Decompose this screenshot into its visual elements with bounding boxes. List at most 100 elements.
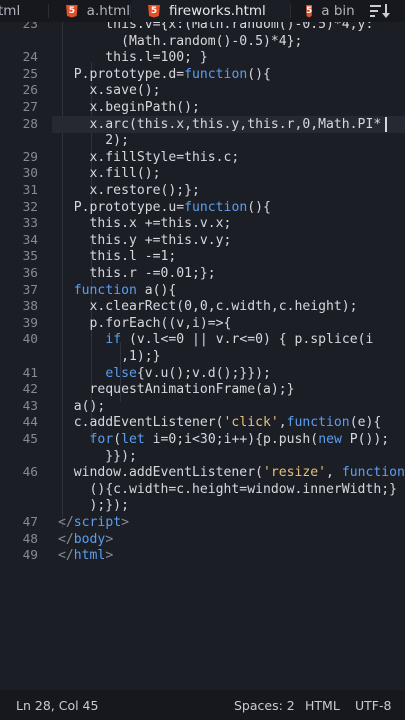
code-token: c.addEventListener( (58, 415, 224, 431)
tab-label: fireworks.html (169, 3, 266, 19)
code-line[interactable]: P.prototype.d=function(){ (58, 67, 271, 84)
code-editor[interactable]: 23 this.v={x:(Math.random()-0.5)*4,y: (M… (0, 22, 405, 690)
sort-list-icon (370, 4, 390, 18)
code-token: this.v={x:(Math.random()-0.5)*4,y: (58, 22, 374, 32)
tab-a-html[interactable]: 5 a.html (50, 0, 130, 22)
code-line[interactable]: x.clearRect(0,0,c.width,c.height); (58, 299, 358, 316)
code-line[interactable]: (){c.width=c.height=window.innerWidth;} (58, 482, 397, 499)
code-line[interactable]: 2); (58, 133, 129, 150)
code-line[interactable]: x.fill(); (58, 166, 161, 183)
code-line[interactable]: this.x +=this.v.x; (58, 216, 232, 233)
code-line[interactable]: x.restore();}; (58, 183, 200, 200)
line-number: 46 (22, 465, 38, 481)
code-line[interactable]: this.l -=1; (58, 249, 177, 266)
code-line[interactable]: function a(){ (58, 282, 177, 300)
code-token: this.x +=this.v.x; (58, 216, 232, 232)
code-line[interactable]: for(let i=0;i<30;i++){p.push(new P()); (58, 432, 390, 449)
code-token: (Math.random()-0.5)*4}; (58, 33, 303, 49)
code-line[interactable]: this.y +=this.v.y; (58, 232, 232, 250)
code-line[interactable]: (Math.random()-0.5)*4}; (58, 34, 302, 51)
code-line[interactable]: window.addEventListener('resize', functi… (58, 465, 405, 482)
code-token: {v.u();v.d();}}); (136, 365, 271, 381)
code-token: P()); (341, 432, 390, 447)
code-line[interactable]: c.addEventListener('click',function(e){ (58, 415, 381, 432)
code-token: this.l=100; } (58, 50, 208, 66)
tab-separator (48, 4, 49, 18)
code-token: 2); (58, 133, 129, 149)
code-token: function (73, 282, 137, 298)
line-number: 48 (22, 531, 38, 547)
code-token: this.r -=0.01;}; (58, 266, 216, 281)
code-token: 'click' (223, 415, 279, 431)
tab-bar: tml 5 a.html 5 fireworks.html 5 a bing (0, 0, 405, 22)
code-line[interactable]: else{v.u();v.d();}}); (58, 366, 271, 383)
code-line[interactable]: requestAnimationFrame(a);} (58, 382, 295, 399)
code-token: new (318, 432, 342, 447)
code-line[interactable]: p.forEach((v,i)=>{ (58, 316, 232, 333)
tab-tml[interactable]: tml (0, 0, 48, 22)
line-number: 35 (22, 249, 38, 265)
line-number: 27 (22, 100, 38, 115)
code-token: > (105, 531, 114, 547)
code-line[interactable]: </body> (58, 532, 113, 549)
code-token: x.fillStyle=this.c; (58, 149, 240, 165)
code-line[interactable]: </script> (58, 515, 129, 532)
code-token: > (105, 548, 114, 564)
code-token: function (341, 465, 405, 481)
status-bar: Ln 28, Col 45 Spaces: 2 HTML UTF-8 (0, 690, 405, 720)
line-number: 47 (22, 515, 38, 530)
code-token: (){ (247, 66, 271, 82)
code-line[interactable]: if (v.l<=0 || v.r<=0) { p.splice(i (58, 332, 373, 349)
code-line[interactable]: );}); (58, 498, 129, 515)
code-token: function (184, 199, 248, 215)
cursor-position[interactable]: Ln 28, Col 45 (16, 698, 98, 713)
code-line[interactable]: x.save(); (58, 83, 161, 100)
code-token: x.arc(this.x,this.y,this.r,0,Math.PI* (58, 116, 382, 132)
code-token: x.restore();}; (58, 183, 200, 198)
code-token: 'resize' (262, 465, 327, 481)
code-line[interactable]: ,1);} (58, 349, 160, 366)
line-number: 39 (22, 315, 38, 331)
code-line[interactable]: this.l=100; } (58, 50, 208, 67)
code-token: if (105, 332, 122, 348)
code-line[interactable]: P.prototype.u=function(){ (58, 200, 271, 217)
code-token: this.y +=this.v.y; (58, 232, 232, 248)
line-number: 26 (22, 83, 38, 99)
code-token: function (286, 415, 350, 431)
code-line[interactable]: this.r -=0.01;}; (58, 266, 216, 283)
code-token: (e){ (349, 415, 382, 431)
tab-label: a.html (86, 3, 130, 19)
line-number: 38 (22, 299, 38, 315)
encoding-setting[interactable]: UTF-8 (355, 698, 391, 713)
code-token: for (89, 432, 114, 447)
code-line[interactable]: a(); (58, 399, 106, 416)
code-token: x.fill(); (58, 166, 161, 182)
code-line[interactable]: </html> (58, 548, 113, 565)
code-token: requestAnimationFrame(a);} (58, 382, 295, 398)
line-number: 28 (22, 116, 38, 132)
code-token: html (73, 548, 106, 564)
tab-fireworks-html[interactable]: 5 fireworks.html (132, 0, 290, 22)
tab-separator (130, 4, 131, 18)
line-number: 37 (22, 282, 38, 298)
indentation-setting[interactable]: Spaces: 2 (234, 698, 295, 713)
code-token: else (105, 365, 137, 381)
code-line[interactable]: }}); (58, 449, 137, 466)
code-line[interactable]: x.beginPath(); (58, 100, 200, 117)
code-token: , (326, 465, 342, 481)
tab-overflow-button[interactable] (355, 0, 405, 22)
tab-a-bing[interactable]: 5a bing (290, 0, 363, 22)
code-token: this.l -=1; (58, 249, 177, 265)
code-token: x.save(); (58, 83, 161, 99)
html5-file-icon: 5 (66, 4, 78, 18)
code-token: , (278, 415, 287, 431)
code-token: </ (58, 515, 74, 530)
code-line[interactable]: x.fillStyle=this.c; (58, 149, 240, 167)
code-line[interactable]: x.arc(this.x,this.y,this.r,0,Math.PI* (58, 116, 382, 134)
language-mode[interactable]: HTML (305, 698, 340, 713)
code-line[interactable]: this.v={x:(Math.random()-0.5)*4,y: (58, 22, 373, 34)
